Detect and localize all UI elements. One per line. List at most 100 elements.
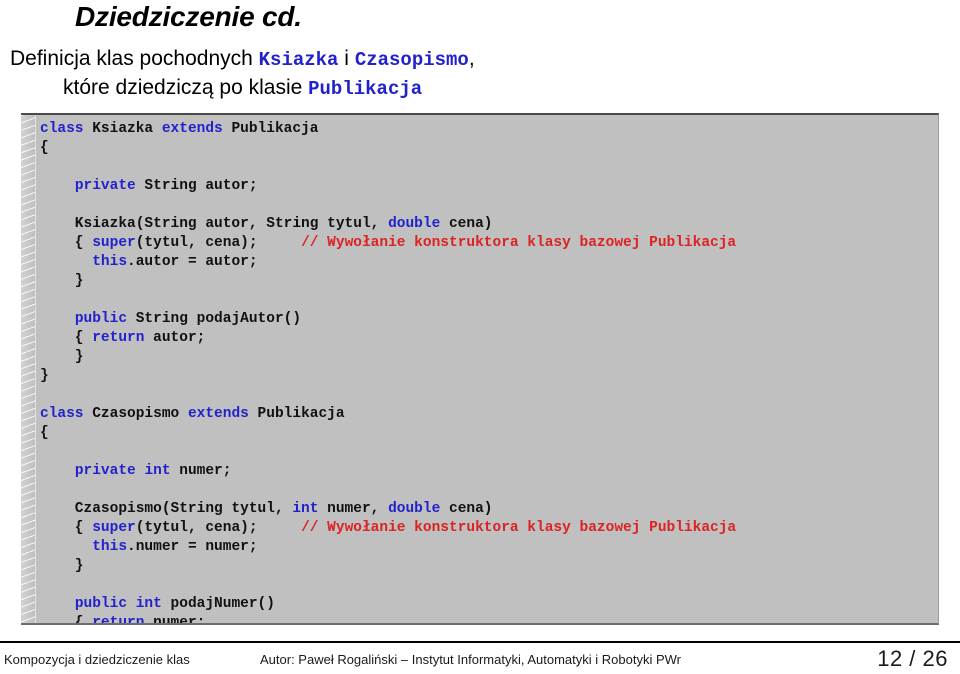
code-token-kw: class <box>40 406 84 422</box>
code-token-id: Czasopismo <box>83 406 188 422</box>
page-number: 12 / 26 <box>877 646 948 671</box>
code-token-id: (tytul, cena); <box>135 235 302 251</box>
class-name-czasopismo: Czasopismo <box>354 49 469 71</box>
code-token-id: autor; <box>144 330 206 346</box>
code-line: public String podajAutor() <box>40 310 934 329</box>
code-token-kw: return <box>92 615 145 625</box>
code-token-id: Publikacja <box>248 406 345 422</box>
code-token-id: numer; <box>170 463 232 479</box>
subtitle-block: Definicja klas pochodnych Ksiazka i Czas… <box>8 45 952 103</box>
code-token-kw: this <box>92 539 128 555</box>
code-line: private int numer; <box>40 462 934 481</box>
code-token-kw: class <box>40 121 84 137</box>
code-block-panel: class Ksiazka extends Publikacja{ privat… <box>21 113 939 625</box>
subtitle-conjunction: i <box>338 47 355 70</box>
code-line: } <box>40 557 934 576</box>
code-line: private String autor; <box>40 177 934 196</box>
code-token-id: { <box>40 520 93 536</box>
code-token-kw: super <box>92 520 136 536</box>
code-token-id: { <box>40 235 93 251</box>
code-token-id: (tytul, cena); <box>135 520 302 536</box>
code-token-id: } <box>40 368 49 384</box>
code-token-id: Ksiazka <box>83 121 162 137</box>
footer-divider <box>0 641 960 643</box>
subtitle-line-1: Definicja klas pochodnych Ksiazka i Czas… <box>8 45 952 74</box>
code-token-id: String autor; <box>135 178 258 194</box>
code-token-cm: // Wywołanie konstruktora klasy bazowej … <box>301 520 737 536</box>
code-token-cm: // Wywołanie konstruktora klasy bazowej … <box>301 235 737 251</box>
code-token-kw: int <box>292 501 319 517</box>
code-token-id: .autor = autor; <box>127 254 258 270</box>
code-token-id: cena) <box>440 501 493 517</box>
code-token-id: { <box>40 615 93 625</box>
code-line: this.autor = autor; <box>40 253 934 272</box>
code-token-id <box>40 596 75 612</box>
code-line: { return autor; <box>40 329 934 348</box>
code-line: class Ksiazka extends Publikacja <box>40 120 934 139</box>
code-line: { <box>40 424 934 443</box>
code-token-id: { <box>40 140 49 156</box>
code-line: Czasopismo(String tytul, int numer, doub… <box>40 500 934 519</box>
subtitle-comma: , <box>468 47 475 70</box>
footer-topic-label: Kompozycja i dziedziczenie klas <box>4 652 190 667</box>
code-token-id: numer, <box>318 501 389 517</box>
code-line: { super(tytul, cena); // Wywołanie konst… <box>40 234 934 253</box>
code-line: class Czasopismo extends Publikacja <box>40 405 934 424</box>
code-token-id: } <box>40 273 84 289</box>
code-token-id: podajNumer() <box>161 596 275 612</box>
code-token-id <box>40 539 92 555</box>
code-line: public int podajNumer() <box>40 595 934 614</box>
code-line: { super(tytul, cena); // Wywołanie konst… <box>40 519 934 538</box>
code-token-kw: return <box>92 330 145 346</box>
code-token-id <box>40 254 92 270</box>
page-title: Dziedziczenie cd. <box>75 1 302 32</box>
code-token-id <box>40 311 75 327</box>
code-token-id: numer; <box>144 615 206 625</box>
code-token-kw: super <box>92 235 136 251</box>
code-token-id: { <box>40 330 93 346</box>
code-token-id <box>40 178 75 194</box>
class-name-publikacja: Publikacja <box>308 78 423 100</box>
code-token-id: Czasopismo(String tytul, <box>40 501 293 517</box>
subtitle-text-ktore: które dziedziczą po klasie <box>63 76 309 99</box>
class-name-ksiazka: Ksiazka <box>258 49 339 71</box>
footer-author-label: Autor: Paweł Rogaliński – Instytut Infor… <box>260 652 681 667</box>
code-line: Ksiazka(String autor, String tytul, doub… <box>40 215 934 234</box>
code-token-kw: extends <box>161 121 223 137</box>
code-token-id: String podajAutor() <box>127 311 302 327</box>
code-token-id: } <box>40 349 84 365</box>
code-line: } <box>40 348 934 367</box>
code-token-kw: double <box>388 501 441 517</box>
code-token-kw: public <box>74 596 128 612</box>
code-line: this.numer = numer; <box>40 538 934 557</box>
code-token-kw: public <box>74 311 128 327</box>
subtitle-text-definicja: Definicja klas pochodnych <box>10 47 259 70</box>
subtitle-line-2: które dziedziczą po klasie Publikacja <box>8 74 952 103</box>
code-token-id: { <box>40 425 49 441</box>
code-token-id: Ksiazka(String autor, String tytul, <box>40 216 389 232</box>
code-token-id: .numer = numer; <box>127 539 258 555</box>
code-token-id: Publikacja <box>222 121 319 137</box>
code-line: } <box>40 367 934 386</box>
code-token-kw: private <box>74 463 136 479</box>
code-token-kw: double <box>388 216 441 232</box>
code-token-kw: int <box>144 463 171 479</box>
code-listing: class Ksiazka extends Publikacja{ privat… <box>40 120 934 625</box>
code-token-id: } <box>40 558 84 574</box>
code-token-kw: this <box>92 254 128 270</box>
code-token-id: cena) <box>440 216 493 232</box>
code-line: } <box>40 272 934 291</box>
code-line: { <box>40 139 934 158</box>
code-line: { return numer; <box>40 614 934 625</box>
code-token-id <box>40 463 75 479</box>
code-token-id <box>127 596 136 612</box>
code-token-kw: extends <box>187 406 249 422</box>
slide-footer: Kompozycja i dziedziczenie klas Autor: P… <box>0 646 960 674</box>
